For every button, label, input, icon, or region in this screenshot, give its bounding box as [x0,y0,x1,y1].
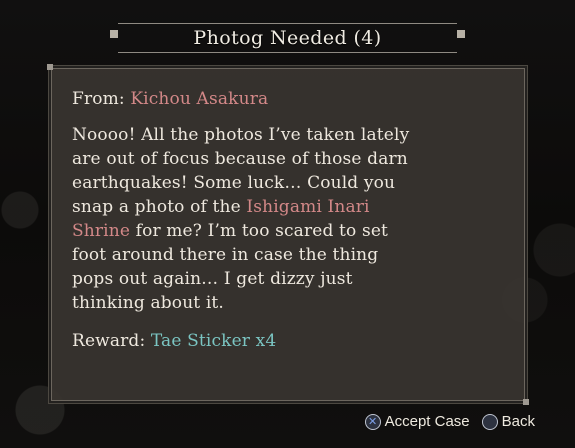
from-label: From: [72,89,131,109]
location-name-part-1: Ishigami Inari [246,197,370,217]
message-line-3: earthquakes! Some luck… Could you [72,173,396,193]
message-line-1: Noooo! All the photos I’ve taken lately [72,125,410,145]
from-name: Kichou Asakura [130,89,269,109]
message-line-4: snap a photo of the Ishigami Inari [72,195,502,219]
location-name-part-2: Shrine [72,221,131,241]
controller-prompts: ✕ Accept Case Back [364,413,535,430]
message-line-7: pops out again… I get dizzy just [72,269,353,289]
reward-value: Tae Sticker x4 [150,331,277,351]
reward-label: Reward: [72,331,151,351]
page-title: Photog Needed (4) [193,27,382,49]
title-bar: Photog Needed (4) [110,23,465,53]
accept-case-button[interactable]: ✕ Accept Case [364,413,470,430]
cross-button-icon: ✕ [364,413,381,430]
back-button[interactable]: Back [481,413,535,430]
reward-line: Reward: Tae Sticker x4 [72,329,502,353]
message-text: Noooo! All the photos I’ve taken lately … [72,123,502,315]
dialog-content: From: Kichou Asakura Noooo! All the phot… [72,87,502,353]
message-line-8: thinking about it. [72,293,224,313]
circle-button-icon [481,413,498,430]
case-dialog: From: Kichou Asakura Noooo! All the phot… [47,64,529,405]
message-line-6: foot around there in case the thing [72,245,379,265]
dialog-corner-top-left [47,64,53,70]
back-label: Back [501,413,535,430]
message-text-after-location: for me? I’m too scared to set [130,221,389,241]
message-text-before-location: snap a photo of the [72,197,247,217]
message-line-2: are out of focus because of those darn [72,149,408,169]
accept-case-label: Accept Case [384,413,470,430]
dialog-corner-bottom-right [523,399,529,405]
message-line-5: Shrine for me? I’m too scared to set [72,219,502,243]
from-line: From: Kichou Asakura [72,87,502,111]
